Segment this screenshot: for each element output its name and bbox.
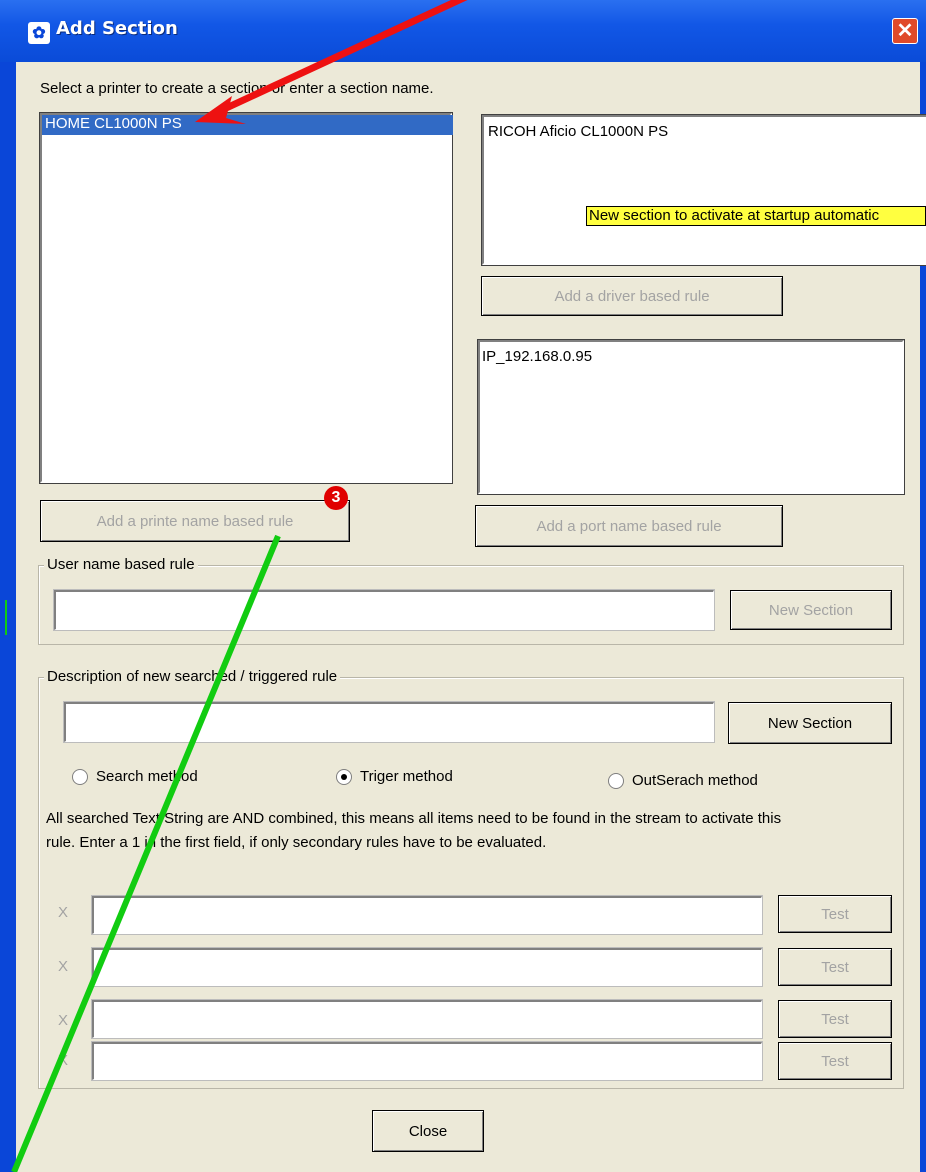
red-arrow-line	[220, 0, 468, 114]
step-badge: 3	[324, 486, 348, 510]
green-arrow-line	[11, 534, 281, 1172]
annotation-overlay	[5, 0, 468, 1172]
